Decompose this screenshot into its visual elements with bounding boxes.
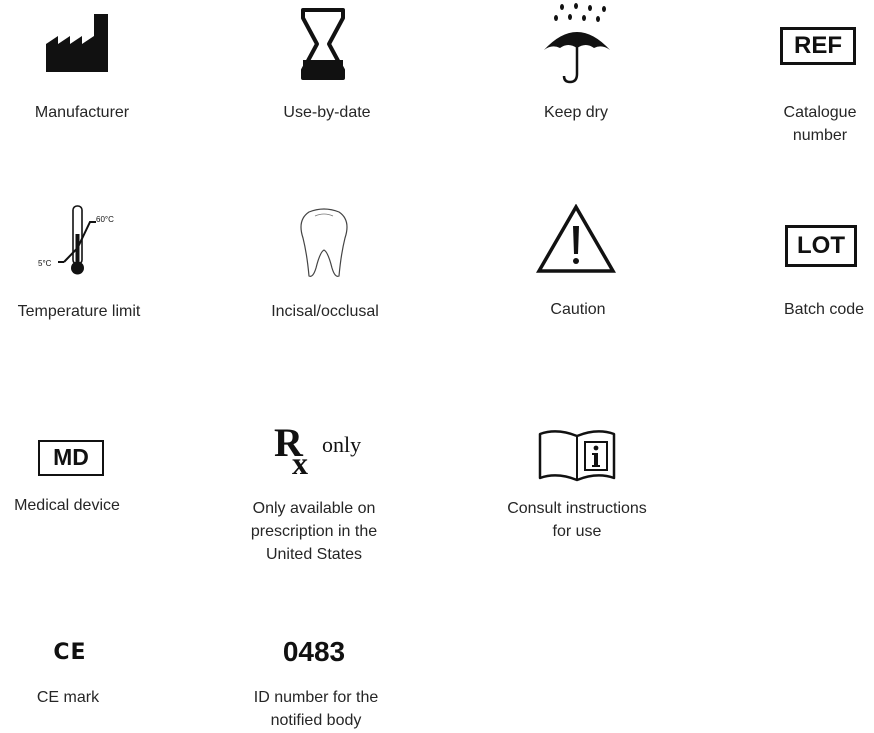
symbol-label: Incisal/occlusal <box>271 303 379 320</box>
warning-triangle-icon <box>536 204 616 273</box>
temperature-high-label: 60°C <box>96 215 114 224</box>
symbol-label: Only available on prescription in the Un… <box>250 500 378 563</box>
symbol-label: CE mark <box>36 689 100 706</box>
ce-mark-icon: CE <box>53 640 87 665</box>
thermometer-icon: 60°C 5°C <box>38 205 114 275</box>
lot-box-icon: LOT <box>785 225 857 267</box>
symbol-label: Consult instructions for use <box>507 500 647 540</box>
symbol-label: Keep dry <box>543 104 609 121</box>
factory-icon <box>46 14 108 72</box>
rx-only-icon: R x only <box>274 420 361 478</box>
tooth-icon <box>300 208 348 277</box>
md-box-icon: MD <box>38 440 104 476</box>
svg-text:x: x <box>292 445 308 478</box>
rx-only-text: only <box>322 432 361 457</box>
symbol-label: Medical device <box>14 497 120 514</box>
symbol-label: Batch code <box>783 301 865 318</box>
umbrella-rain-icon <box>544 3 610 84</box>
instructions-book-icon <box>538 430 616 482</box>
temperature-low-label: 5°C <box>38 259 52 268</box>
symbol-label: ID number for the notified body <box>253 689 379 729</box>
hourglass-icon <box>301 8 345 80</box>
symbol-label: Caution <box>550 301 606 318</box>
ref-box-icon: REF <box>780 27 856 65</box>
symbol-label: Catalogue number <box>783 104 857 144</box>
symbol-label: Temperature limit <box>17 303 141 320</box>
symbol-label: Manufacturer <box>34 104 130 121</box>
notified-body-number: 0483 <box>282 636 346 667</box>
symbol-label: Use-by-date <box>283 104 371 121</box>
